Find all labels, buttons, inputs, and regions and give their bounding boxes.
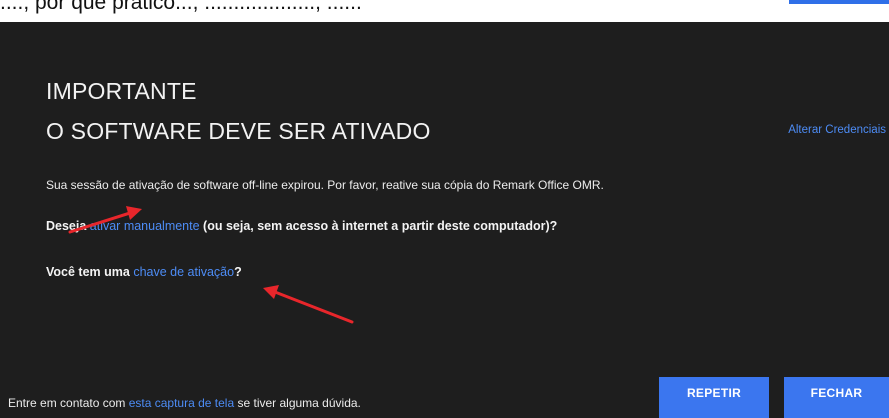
arrow-annotation-icon (263, 285, 354, 324)
footer-suffix: se tiver alguma dúvida. (234, 396, 361, 410)
activation-dialog: IMPORTANTE O SOFTWARE DEVE SER ATIVADO A… (0, 22, 889, 418)
session-expired-message: Sua sessão de ativação de software off-l… (46, 178, 604, 192)
background-page-strip: ...., por que prático..., ..............… (0, 0, 889, 22)
manual-question-suffix: (ou seja, sem acesso à internet a partir… (199, 219, 558, 233)
manual-question-prefix: Deseja (46, 219, 90, 233)
contact-footer: Entre em contato com esta captura de tel… (8, 396, 361, 410)
dialog-title-activation-required: O SOFTWARE DEVE SER ATIVADO (46, 118, 431, 144)
retry-button[interactable]: REPETIR (659, 377, 769, 418)
accent-bar (789, 0, 889, 4)
close-button[interactable]: FECHAR (784, 377, 889, 418)
manual-activation-question: Deseja ativar manualmente (ou seja, sem … (46, 219, 557, 233)
screenshot-link[interactable]: esta captura de tela (129, 396, 234, 410)
change-credentials-link[interactable]: Alterar Credenciais (788, 124, 886, 136)
activation-key-question: Você tem uma chave de ativação? (46, 265, 242, 279)
key-question-prefix: Você tem uma (46, 265, 134, 279)
key-question-suffix: ? (234, 265, 242, 279)
activate-manually-link[interactable]: ativar manualmente (90, 219, 200, 233)
background-caption: ...., por que prático..., ..............… (0, 0, 362, 14)
activation-key-link[interactable]: chave de ativação (133, 265, 234, 279)
footer-prefix: Entre em contato com (8, 396, 129, 410)
dialog-title-important: IMPORTANTE (46, 78, 197, 104)
